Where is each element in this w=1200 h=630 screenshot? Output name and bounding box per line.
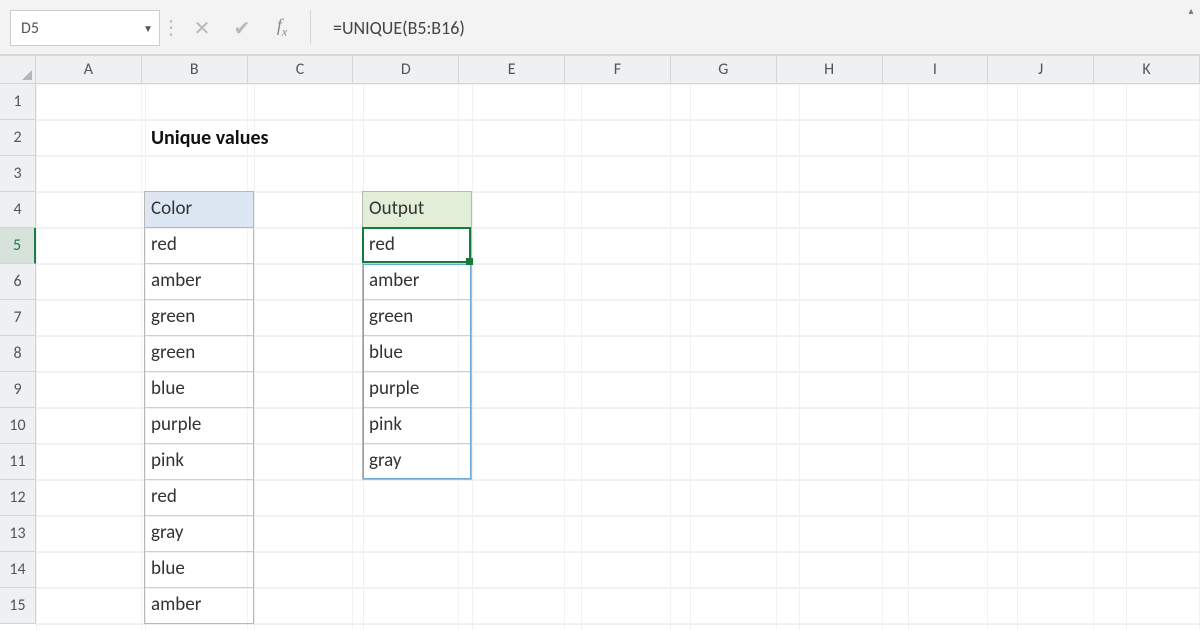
row-header-4[interactable]: 4 — [0, 192, 36, 228]
output-cell[interactable]: blue — [363, 340, 466, 367]
row-header-15[interactable]: 15 — [0, 588, 36, 624]
row-header-13[interactable]: 13 — [0, 516, 36, 552]
column-header-H[interactable]: H — [777, 56, 883, 84]
color-cell[interactable]: blue — [145, 556, 248, 583]
row-header-12[interactable]: 12 — [0, 480, 36, 516]
name-box[interactable]: D5 ▼ — [10, 10, 160, 46]
output-cell[interactable]: red — [363, 232, 466, 259]
color-cell[interactable]: gray — [145, 520, 248, 547]
output-cell[interactable]: pink — [363, 412, 466, 439]
row-header-5[interactable]: 5 — [0, 228, 36, 264]
spill-range-outline — [363, 264, 471, 479]
row-header-7[interactable]: 7 — [0, 300, 36, 336]
color-cell[interactable]: red — [145, 484, 248, 511]
row-header-6[interactable]: 6 — [0, 264, 36, 300]
column-header-D[interactable]: D — [353, 56, 459, 84]
row-header-14[interactable]: 14 — [0, 552, 36, 588]
divider: ⋮ — [160, 10, 182, 44]
output-cell[interactable]: purple — [363, 376, 466, 403]
column-header-J[interactable]: J — [988, 56, 1094, 84]
fx-icon[interactable]: fx — [262, 10, 302, 44]
column-header-A[interactable]: A — [36, 56, 142, 84]
column-header-K[interactable]: K — [1094, 56, 1200, 84]
row-headers: 123456789101112131415 — [0, 84, 36, 630]
column-header-B[interactable]: B — [142, 56, 248, 84]
column-headers: ABCDEFGHIJK — [36, 56, 1200, 84]
name-box-value: D5 — [21, 19, 39, 38]
row-header-1[interactable]: 1 — [0, 84, 36, 120]
formula-text: =UNIQUE(B5:B16) — [333, 17, 465, 39]
column-header-C[interactable]: C — [248, 56, 354, 84]
row-header-10[interactable]: 10 — [0, 408, 36, 444]
row-header-9[interactable]: 9 — [0, 372, 36, 408]
row-header-2[interactable]: 2 — [0, 120, 36, 156]
spreadsheet-grid[interactable]: ABCDEFGHIJK 123456789101112131415 Unique… — [0, 56, 1200, 630]
column-header-F[interactable]: F — [565, 56, 671, 84]
column-header-G[interactable]: G — [671, 56, 777, 84]
color-cell[interactable]: amber — [145, 268, 248, 295]
row-header-3[interactable]: 3 — [0, 156, 36, 192]
chevron-down-icon[interactable]: ▼ — [143, 22, 153, 35]
cancel-icon[interactable]: ✕ — [182, 10, 222, 46]
row-header-11[interactable]: 11 — [0, 444, 36, 480]
divider — [310, 10, 311, 44]
color-cell[interactable]: amber — [145, 592, 248, 619]
page-title: Unique values — [145, 124, 275, 152]
color-cell[interactable]: purple — [145, 412, 248, 439]
color-header-label: Color — [145, 196, 198, 223]
column-header-I[interactable]: I — [883, 56, 989, 84]
scroll-up-button[interactable]: ▴ — [1182, 0, 1200, 20]
column-header-E[interactable]: E — [459, 56, 565, 84]
output-cell[interactable]: green — [363, 304, 466, 331]
output-header-label: Output — [363, 196, 430, 223]
color-cell[interactable]: pink — [145, 448, 248, 475]
color-cell[interactable]: green — [145, 340, 248, 367]
color-cell[interactable]: blue — [145, 376, 248, 403]
color-cell[interactable]: green — [145, 304, 248, 331]
row-header-8[interactable]: 8 — [0, 336, 36, 372]
enter-icon[interactable]: ✔ — [222, 10, 262, 46]
output-cell[interactable]: amber — [363, 268, 466, 295]
color-cell[interactable]: red — [145, 232, 248, 259]
formula-input[interactable]: =UNIQUE(B5:B16) — [319, 10, 1194, 46]
output-cell[interactable]: gray — [363, 448, 466, 475]
formula-bar: D5 ▼ ⋮ ✕ ✔ fx =UNIQUE(B5:B16) — [0, 0, 1200, 56]
select-all-corner[interactable] — [0, 56, 36, 84]
